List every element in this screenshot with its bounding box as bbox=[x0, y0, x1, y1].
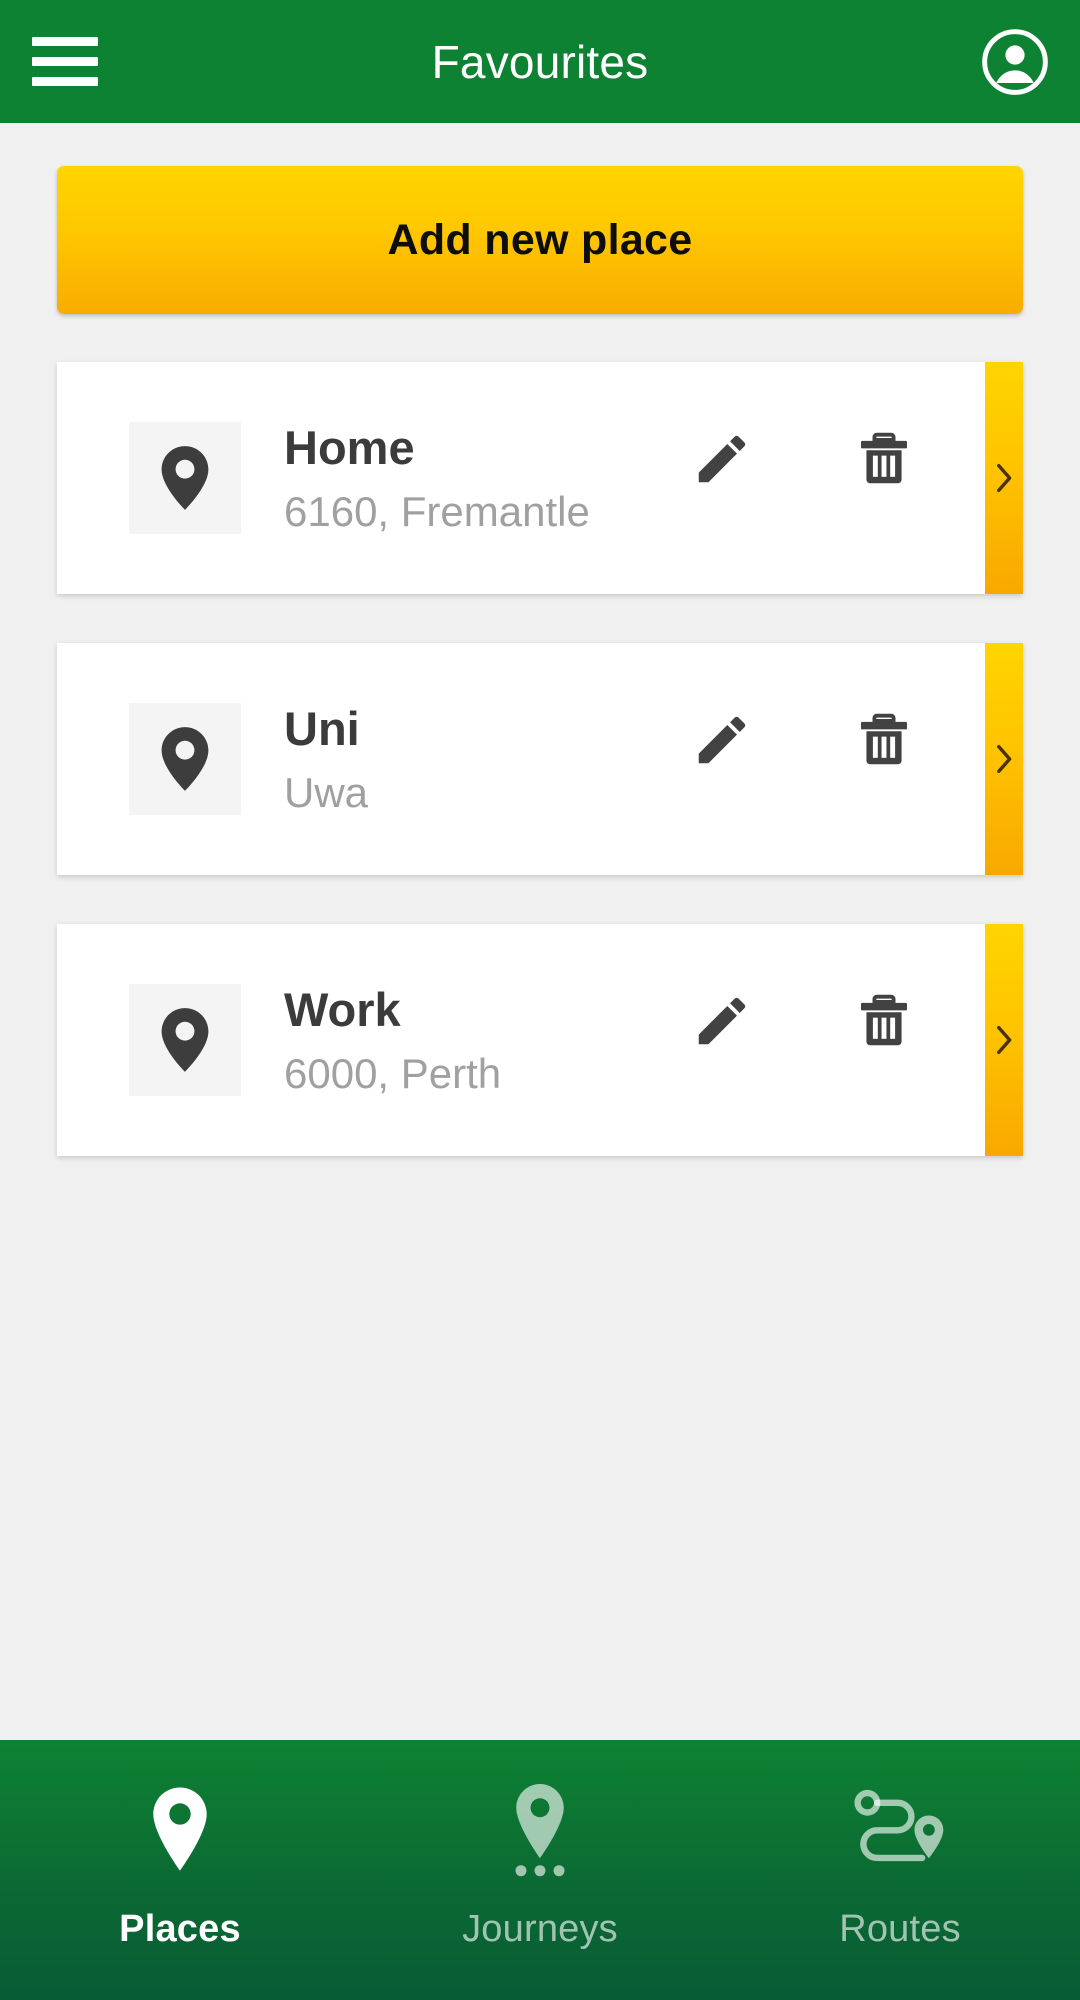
place-detail-chevron[interactable] bbox=[985, 362, 1023, 594]
trash-icon bbox=[861, 994, 907, 1046]
hamburger-bar bbox=[32, 37, 98, 46]
chevron-right-icon bbox=[997, 463, 1012, 493]
pencil-icon bbox=[698, 716, 746, 764]
pencil-icon bbox=[698, 997, 746, 1045]
place-thumbnail bbox=[129, 984, 241, 1096]
delete-place-button[interactable] bbox=[849, 705, 919, 775]
delete-place-button[interactable] bbox=[849, 424, 919, 494]
place-info: Work 6000, Perth bbox=[241, 924, 687, 1156]
place-card-work[interactable]: Work 6000, Perth bbox=[57, 924, 1023, 1156]
map-pin-icon bbox=[161, 1008, 209, 1072]
edit-place-button[interactable] bbox=[687, 424, 757, 494]
add-new-place-button[interactable]: Add new place bbox=[57, 166, 1023, 314]
app-screen: Favourites Add new place Home 6160, Frem… bbox=[0, 0, 1080, 2000]
hamburger-bar bbox=[32, 57, 98, 66]
chevron-right-icon bbox=[997, 1025, 1012, 1055]
app-header: Favourites bbox=[0, 0, 1080, 123]
place-detail-chevron[interactable] bbox=[985, 924, 1023, 1156]
route-path-icon bbox=[852, 1778, 948, 1882]
main-content: Add new place Home 6160, Fremantle Uni U… bbox=[0, 123, 1080, 1740]
map-pin-icon bbox=[144, 1778, 216, 1882]
place-thumbnail bbox=[129, 703, 241, 815]
page-title: Favourites bbox=[431, 35, 649, 88]
nav-tab-label: Routes bbox=[839, 1907, 961, 1950]
place-name: Uni bbox=[284, 701, 360, 755]
place-thumbnail bbox=[129, 422, 241, 534]
place-card-home[interactable]: Home 6160, Fremantle bbox=[57, 362, 1023, 594]
place-address: 6160, Fremantle bbox=[284, 487, 590, 535]
nav-tab-label: Places bbox=[119, 1907, 241, 1950]
place-address: 6000, Perth bbox=[284, 1049, 502, 1097]
delete-place-button[interactable] bbox=[849, 986, 919, 1056]
favourite-places-list: Home 6160, Fremantle Uni Uwa Work 6000, … bbox=[0, 362, 1080, 1156]
place-actions bbox=[687, 324, 985, 594]
hamburger-menu-icon[interactable] bbox=[28, 27, 98, 97]
place-actions bbox=[687, 886, 985, 1156]
place-info: Uni Uwa bbox=[241, 643, 687, 875]
edit-place-button[interactable] bbox=[687, 705, 757, 775]
map-pin-icon bbox=[161, 446, 209, 510]
map-pin-icon bbox=[161, 727, 209, 791]
pin-with-dots-icon bbox=[504, 1778, 576, 1882]
nav-tab-journeys[interactable]: Journeys bbox=[360, 1740, 720, 2000]
place-name: Home bbox=[284, 420, 415, 474]
nav-tab-routes[interactable]: Routes bbox=[720, 1740, 1080, 2000]
place-detail-chevron[interactable] bbox=[985, 643, 1023, 875]
chevron-right-icon bbox=[997, 744, 1012, 774]
hamburger-bar bbox=[32, 77, 98, 86]
pencil-icon bbox=[698, 435, 746, 483]
trash-icon bbox=[861, 432, 907, 484]
place-address: Uwa bbox=[284, 768, 369, 816]
place-card-uni[interactable]: Uni Uwa bbox=[57, 643, 1023, 875]
account-circle-icon[interactable] bbox=[978, 25, 1052, 99]
place-info: Home 6160, Fremantle bbox=[241, 362, 687, 594]
nav-tab-label: Journeys bbox=[462, 1907, 618, 1950]
place-name: Work bbox=[284, 982, 401, 1036]
bottom-navigation: Places Journeys Routes bbox=[0, 1740, 1080, 2000]
nav-tab-places[interactable]: Places bbox=[0, 1740, 360, 2000]
edit-place-button[interactable] bbox=[687, 986, 757, 1056]
trash-icon bbox=[861, 713, 907, 765]
place-actions bbox=[687, 605, 985, 875]
